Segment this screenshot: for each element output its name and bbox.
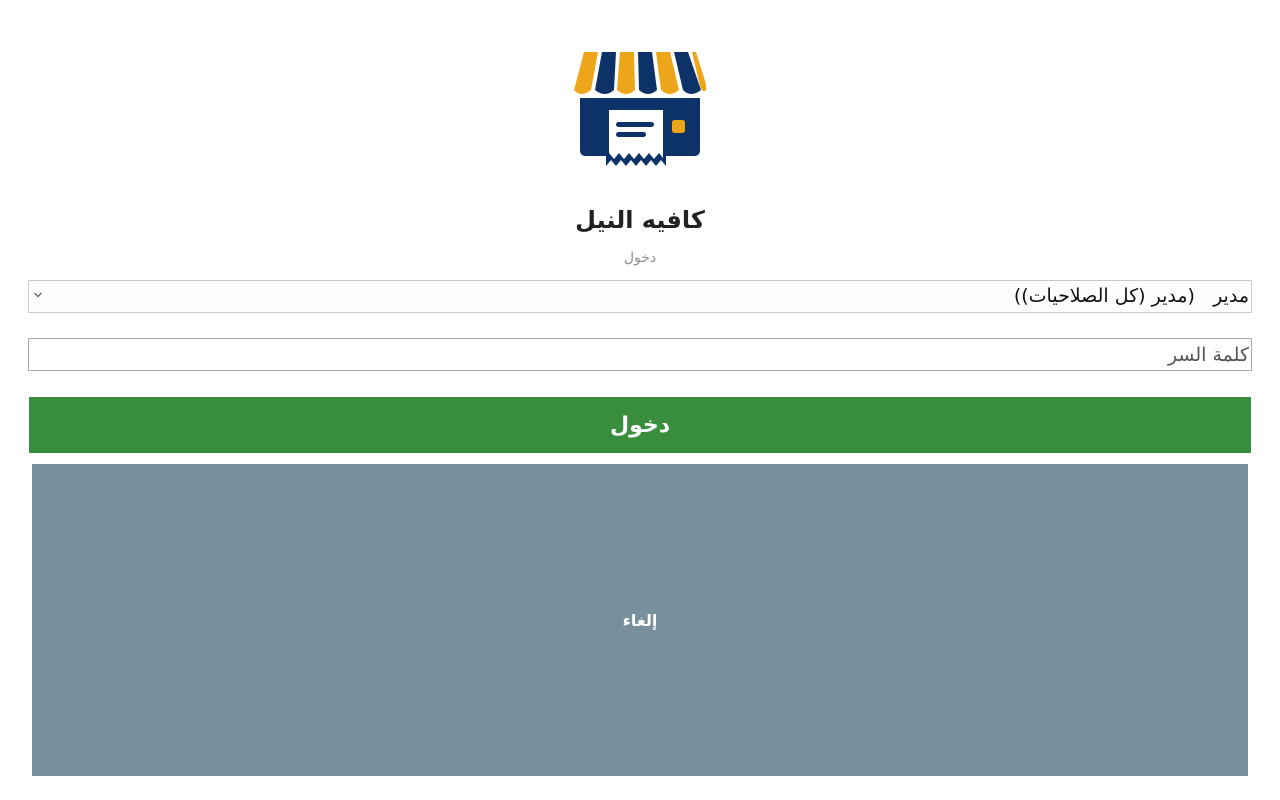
page-subtitle: دخول [623, 250, 657, 266]
shop-receipt-icon [574, 52, 706, 166]
chevron-down-icon [34, 292, 42, 298]
user-select-value: مدير (مدير (كل الصلاحيات)) [1013, 285, 1249, 307]
page-title: كافيه النيل [575, 206, 705, 234]
login-button[interactable]: دخول [29, 397, 1251, 453]
login-page: كافيه النيل دخول مدير (مدير (كل الصلاحيا… [0, 0, 1280, 800]
user-role-select[interactable]: مدير (مدير (كل الصلاحيات)) [28, 280, 1252, 313]
password-input[interactable] [28, 338, 1252, 371]
cancel-button[interactable]: إلغاء [32, 464, 1248, 776]
